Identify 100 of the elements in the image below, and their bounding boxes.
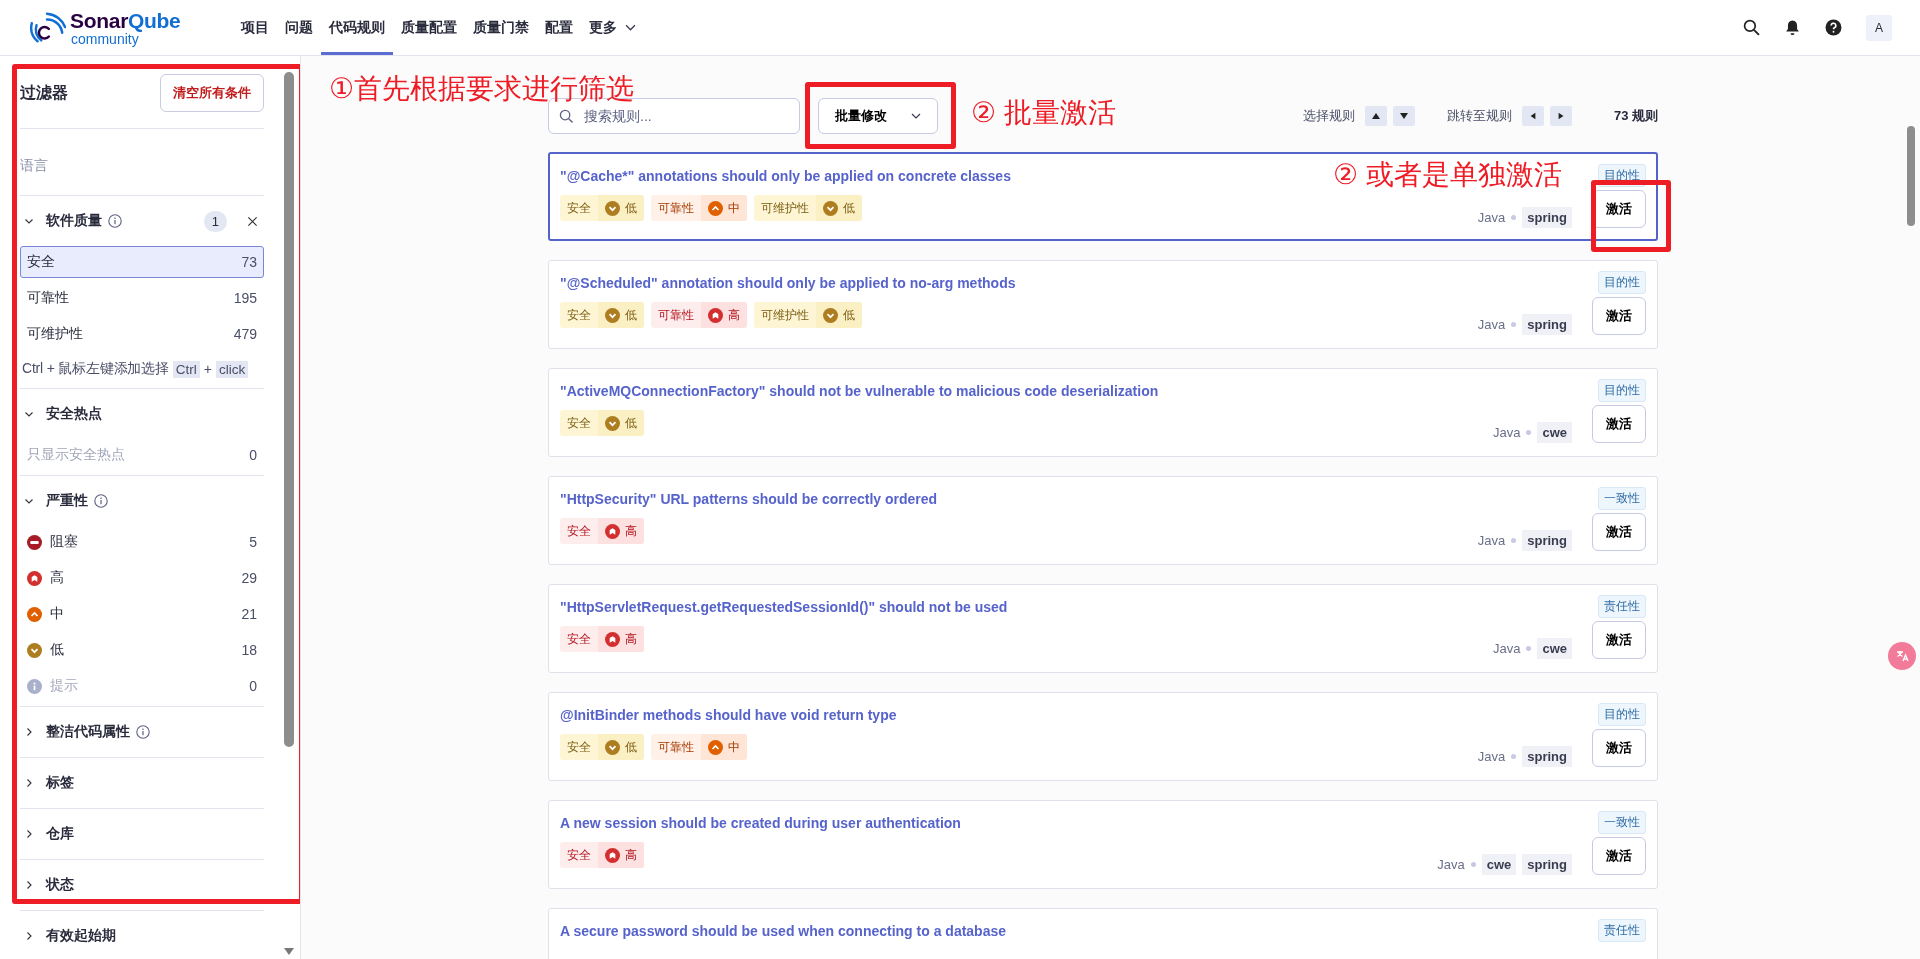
impact-tag: 可靠性 高 bbox=[651, 302, 747, 328]
rule-card[interactable]: "HttpServletRequest.getRequestedSessionId()" should not be used 责任性 安全 高 Java cwe 激活 bbox=[548, 584, 1658, 673]
nav-tab[interactable]: 问题 bbox=[277, 0, 321, 55]
nav-tab[interactable]: 项目 bbox=[233, 0, 277, 55]
language-label: Java bbox=[1492, 425, 1521, 440]
chevron-right-icon[interactable] bbox=[24, 829, 34, 839]
key-label: Ctrl bbox=[172, 360, 200, 378]
chevron-down-icon[interactable] bbox=[24, 496, 34, 506]
attribute-badge: 责任性 bbox=[1598, 919, 1646, 942]
rule-count: 73 规则 bbox=[1613, 107, 1658, 125]
next-button[interactable] bbox=[1549, 106, 1572, 126]
help-icon[interactable] bbox=[1825, 19, 1842, 36]
sidebar-title: 过滤器 bbox=[20, 82, 68, 103]
facet-item[interactable]: 可靠性 195 bbox=[20, 282, 264, 314]
impact-tag: 安全 高 bbox=[560, 518, 644, 544]
impact-tag: 可靠性 中 bbox=[651, 195, 747, 221]
clear-filters-button[interactable]: 清空所有条件 bbox=[160, 74, 264, 112]
search-icon[interactable] bbox=[1743, 19, 1760, 36]
translate-icon bbox=[1894, 648, 1910, 664]
facet-item[interactable]: 阻塞 5 bbox=[20, 526, 264, 558]
tag-label[interactable]: cwe bbox=[1537, 638, 1572, 659]
activate-button[interactable]: 激活 bbox=[1592, 836, 1646, 875]
chevron-down-icon[interactable] bbox=[24, 216, 34, 226]
select-rule-label: 选择规则 bbox=[1302, 107, 1355, 125]
info-icon[interactable] bbox=[94, 494, 108, 508]
rule-card[interactable]: "HttpSecurity" URL patterns should be correctly ordered 一致性 安全 高 Java spring 激活 bbox=[548, 476, 1658, 565]
activate-button[interactable]: 激活 bbox=[1592, 620, 1646, 659]
arrow-up-icon bbox=[1370, 112, 1381, 120]
rule-card[interactable]: "ActiveMQConnectionFactory" should not be vulnerable to malicious code deserialization 目的性 安全 低 Java cwe 激活 bbox=[548, 368, 1658, 457]
impact-tag: 安全 高 bbox=[560, 842, 644, 868]
chevron-right-icon[interactable] bbox=[24, 931, 34, 941]
activate-button[interactable]: 激活 bbox=[1592, 512, 1646, 551]
tag-label[interactable]: spring bbox=[1522, 854, 1572, 875]
chevron-down-icon[interactable] bbox=[24, 409, 34, 419]
rule-title[interactable]: "ActiveMQConnectionFactory" should not be vulnerable to malicious code deserialization bbox=[560, 382, 1159, 399]
chevron-right-icon[interactable] bbox=[24, 778, 34, 788]
close-icon[interactable] bbox=[247, 215, 258, 227]
rule-card[interactable]: A new session should be created during user authentication 一致性 安全 高 Java cwe spring 激活 bbox=[548, 800, 1658, 889]
rule-title[interactable]: A new session should be created during user authentication bbox=[560, 814, 961, 831]
attribute-badge: 目的性 bbox=[1598, 703, 1646, 726]
nav-tab[interactable]: 配置 bbox=[537, 0, 581, 55]
rule-title[interactable]: "HttpSecurity" URL patterns should be correctly ordered bbox=[560, 490, 938, 507]
facet-title[interactable]: 整洁代码属性 bbox=[46, 723, 130, 741]
attribute-badge: 目的性 bbox=[1598, 379, 1646, 402]
activate-button[interactable]: 激活 bbox=[1592, 404, 1646, 443]
user-avatar[interactable]: A bbox=[1866, 14, 1892, 41]
tag-label[interactable]: spring bbox=[1522, 746, 1572, 767]
tag-label[interactable]: spring bbox=[1522, 314, 1572, 335]
chevron-right-icon[interactable] bbox=[24, 880, 34, 890]
attribute-badge: 目的性 bbox=[1598, 271, 1646, 294]
search-input[interactable]: 搜索规则... bbox=[582, 107, 776, 125]
nav-tab[interactable]: 质量门禁 bbox=[465, 0, 537, 55]
rule-title[interactable]: "HttpServletRequest.getRequestedSessionId()" should not be used bbox=[560, 598, 1008, 615]
facet-title[interactable]: 安全热点 bbox=[46, 405, 102, 423]
bell-icon[interactable] bbox=[1784, 19, 1801, 36]
annotation-text: ② 批量激活 bbox=[971, 98, 1116, 129]
info-icon[interactable] bbox=[108, 214, 122, 228]
tag-label[interactable]: cwe bbox=[1537, 422, 1572, 443]
scrollbar-thumb[interactable] bbox=[284, 72, 294, 747]
rule-title[interactable]: "@Scheduled" annotation should only be applied to no-arg methods bbox=[560, 274, 1016, 291]
jump-rule-label: 跳转至规则 bbox=[1446, 107, 1512, 125]
facet-item[interactable]: 中 21 bbox=[20, 598, 264, 630]
nav-tab[interactable]: 更多 bbox=[581, 0, 644, 55]
tag-label[interactable]: spring bbox=[1522, 207, 1572, 228]
chevron-right-icon[interactable] bbox=[24, 727, 34, 737]
impact-tag: 安全 高 bbox=[560, 626, 644, 652]
language-label: Java bbox=[1477, 317, 1506, 332]
rule-card[interactable]: @InitBinder methods should have void return type 目的性 安全 低 可靠性 中 Java spring 激活 bbox=[548, 692, 1658, 781]
rule-title[interactable]: "@Cache*" annotations should only be applied on concrete classes bbox=[560, 167, 1011, 184]
language-label: Java bbox=[1477, 210, 1506, 225]
tag-label[interactable]: cwe bbox=[1481, 854, 1517, 875]
bulk-change-button[interactable]: 批量修改 bbox=[818, 98, 938, 134]
facet-title[interactable]: 软件质量 bbox=[46, 212, 102, 230]
search-icon bbox=[559, 108, 574, 124]
activate-button[interactable]: 激活 bbox=[1592, 728, 1646, 767]
count-badge: 1 bbox=[203, 210, 227, 232]
facet-item[interactable]: 可维护性 479 bbox=[20, 318, 264, 350]
tag-label[interactable]: spring bbox=[1522, 530, 1572, 551]
rule-title[interactable]: @InitBinder methods should have void return type bbox=[560, 706, 897, 723]
previous-button[interactable] bbox=[1364, 106, 1387, 126]
facet-item[interactable]: 安全 73 bbox=[20, 246, 264, 278]
nav-tab[interactable]: 质量配置 bbox=[393, 0, 465, 55]
facet-title[interactable]: 状态 bbox=[46, 876, 74, 894]
facet-item[interactable]: 高 29 bbox=[20, 562, 264, 594]
facet-title[interactable]: 仓库 bbox=[46, 825, 74, 843]
activate-button[interactable]: 激活 bbox=[1592, 296, 1646, 335]
scroll-down-icon[interactable] bbox=[284, 948, 294, 955]
facet-item[interactable]: 低 18 bbox=[20, 634, 264, 666]
facet-title[interactable]: 严重性 bbox=[46, 492, 88, 510]
previous-button[interactable] bbox=[1521, 106, 1544, 126]
info-icon[interactable] bbox=[136, 725, 150, 739]
facet-title[interactable]: 有效起始期 bbox=[46, 927, 116, 945]
rule-title[interactable]: A secure password should be used when connecting to a database bbox=[560, 922, 1007, 939]
next-button[interactable] bbox=[1392, 106, 1415, 126]
scrollbar-thumb[interactable] bbox=[1907, 126, 1915, 226]
language-label: Java bbox=[1437, 857, 1465, 872]
rule-card[interactable]: "@Scheduled" annotation should only be applied to no-arg methods 目的性 安全 低 可靠性 高 可维护性 低 Java spring 激活 bbox=[548, 260, 1658, 349]
chevron-down-icon bbox=[625, 24, 636, 31]
facet-title[interactable]: 标签 bbox=[46, 774, 74, 792]
rule-card[interactable]: A secure password should be used when connecting to a database 责任性 bbox=[548, 908, 1658, 959]
